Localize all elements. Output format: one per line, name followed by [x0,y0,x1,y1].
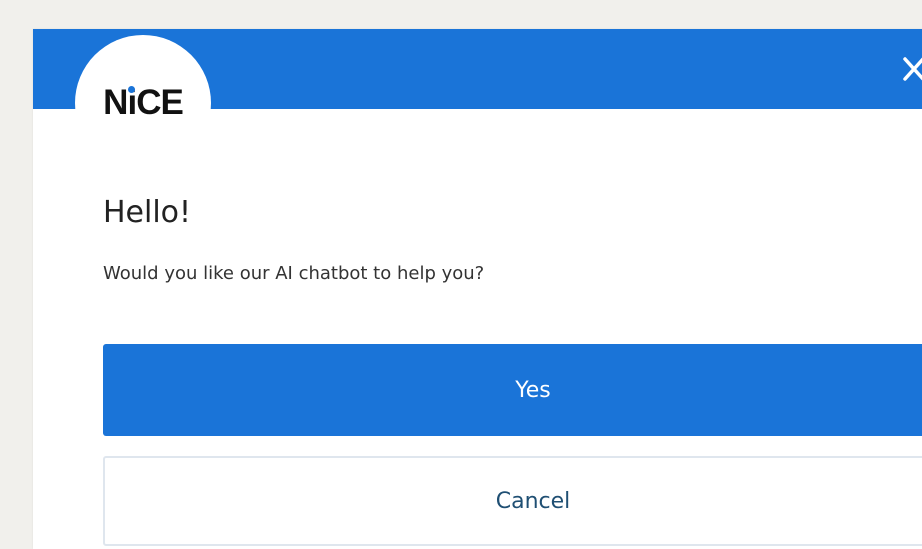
yes-button[interactable]: Yes [103,344,922,436]
close-button[interactable] [901,49,922,89]
yes-button-label: Yes [515,377,551,403]
close-icon [903,57,922,81]
dialog-message: Would you like our AI chatbot to help yo… [103,263,485,284]
nice-logo: Ni CE [75,35,211,171]
dialog-heading: Hello! [103,195,192,230]
logo-text: Ni CE [103,83,184,122]
cancel-button-label: Cancel [495,488,571,514]
chatbot-prompt-dialog: Ni CE Hello! Would you like our AI chatbo… [33,29,922,549]
cancel-button[interactable]: Cancel [103,456,922,546]
